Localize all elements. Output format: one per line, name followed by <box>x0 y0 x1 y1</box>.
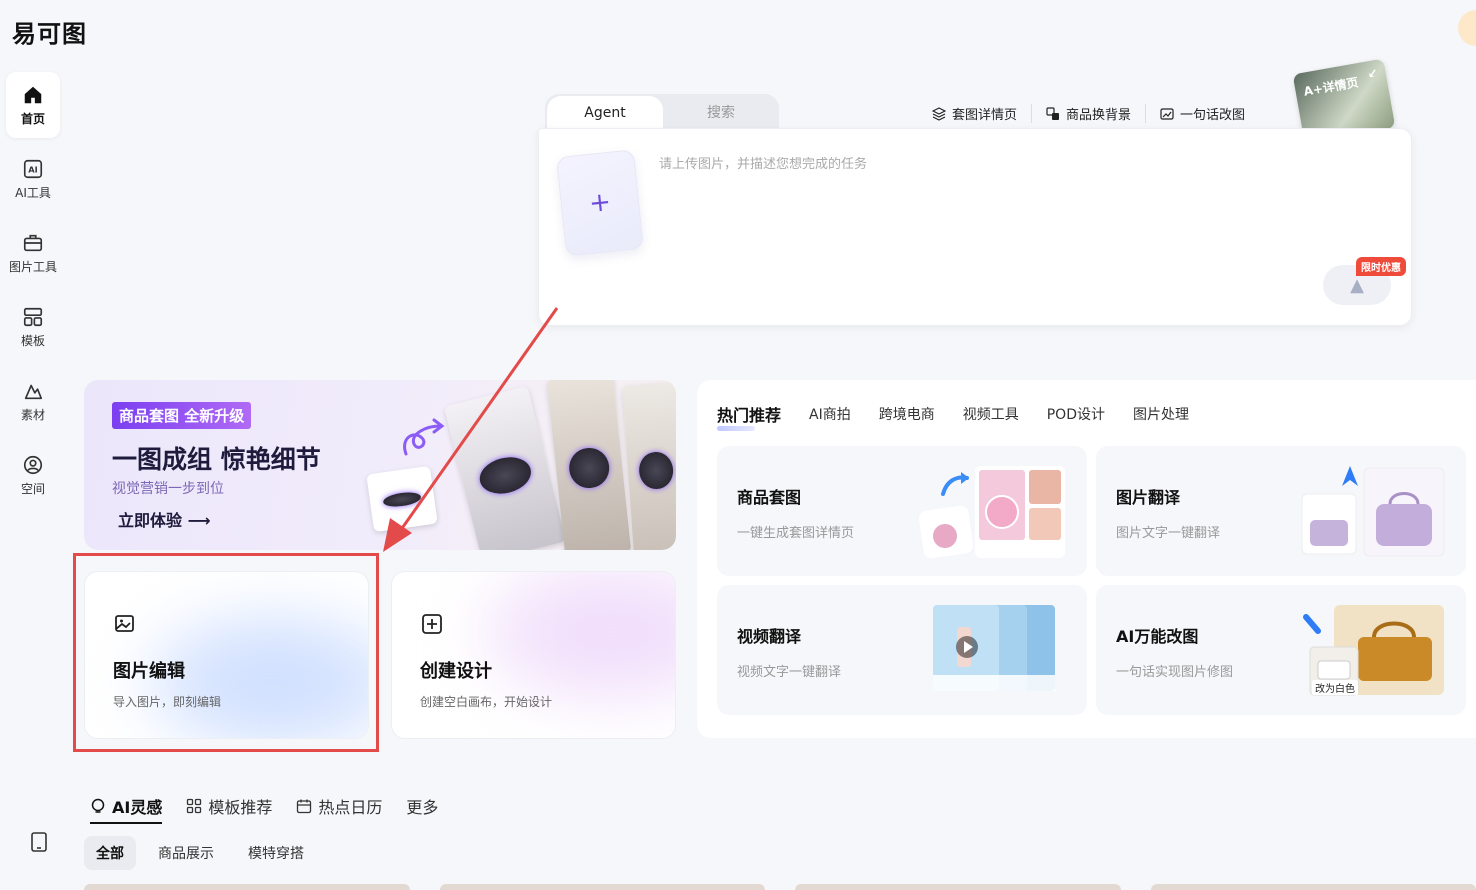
filter-model-outfit[interactable]: 模特穿搭 <box>236 836 316 870</box>
plus-icon: + <box>587 186 613 220</box>
robot-vacuum-image <box>366 465 438 533</box>
tab-more[interactable]: 更多 <box>406 794 438 818</box>
detail-image <box>443 385 567 550</box>
gallery-item[interactable] <box>84 884 410 890</box>
swirl-arrow-icon <box>403 418 445 456</box>
tab-pod-design[interactable]: POD设计 <box>1047 404 1105 424</box>
sidebar-item-label: 素材 <box>20 407 45 422</box>
quick-links: 套图详情页 商品换背景 一句话改图 <box>932 104 1259 123</box>
filter-tabs: 全部 商品展示 模特穿搭 <box>84 836 316 870</box>
image-edit-icon <box>115 615 134 632</box>
inspiration-tabs: AI灵感 模板推荐 热点日历 更多 <box>90 788 438 824</box>
sidebar-item-ai-tools[interactable]: AI AI工具 <box>6 146 60 212</box>
tool-product-set[interactable]: 商品套图 一键生成套图详情页 <box>717 446 1087 576</box>
sidebar-item-home[interactable]: 首页 <box>6 72 60 138</box>
shapes-icon <box>24 384 43 399</box>
tab-agent[interactable]: Agent <box>547 96 663 130</box>
hot-recommend-panel: 热门推荐 AI商拍 跨境电商 视频工具 POD设计 图片处理 商品套图 一键生成… <box>697 380 1476 738</box>
app-logo[interactable]: 易可图 <box>12 14 87 49</box>
inspiration-gallery <box>84 884 1476 890</box>
ai-bulb-icon <box>91 798 105 813</box>
quick-link-one-sentence-edit[interactable]: 一句话改图 <box>1146 104 1259 123</box>
image-edit-card[interactable]: 图片编辑 导入图片，即刻编辑 <box>84 571 369 739</box>
quick-link-change-background[interactable]: 商品换背景 <box>1032 104 1147 123</box>
tab-template-recommend[interactable]: 模板推荐 <box>186 794 272 818</box>
tab-search[interactable]: 搜索 <box>663 94 779 130</box>
banner-subtitle: 视觉营销一步到位 <box>112 481 224 497</box>
tab-cross-border[interactable]: 跨境电商 <box>879 404 935 424</box>
product-set-banner[interactable]: 商品套图 全新升级 一图成组 惊艳细节 视觉营销一步到位 立即体验 ⟶ <box>84 380 676 550</box>
tab-hot-calendar[interactable]: 热点日历 <box>296 794 382 818</box>
bag-translate-image <box>1301 466 1445 557</box>
sidebar-item-label: 图片工具 <box>8 259 57 274</box>
tablet-icon[interactable] <box>30 832 48 852</box>
filter-all[interactable]: 全部 <box>84 836 136 870</box>
image-edit-icon <box>1160 107 1174 120</box>
toolbox-icon <box>23 234 43 251</box>
gallery-item[interactable] <box>439 884 765 890</box>
background-swap-icon <box>1046 106 1060 120</box>
agent-tabs: Agent 搜索 <box>545 94 779 130</box>
home-icon <box>24 86 42 103</box>
tab-ai-inspiration[interactable]: AI灵感 <box>90 794 163 824</box>
user-avatar[interactable] <box>1458 10 1476 46</box>
template-icon <box>23 307 43 326</box>
sidebar-item-label: AI工具 <box>15 185 51 200</box>
layers-icon <box>932 106 946 121</box>
tab-ai-shoot[interactable]: AI商拍 <box>809 404 851 424</box>
svg-text:AI: AI <box>28 164 37 174</box>
banner-product-images <box>366 380 676 550</box>
send-arrow-icon: ▲ <box>1350 274 1364 296</box>
hot-tabs: 热门推荐 AI商拍 跨境电商 视频工具 POD设计 图片处理 <box>717 402 1189 431</box>
user-icon <box>23 455 43 474</box>
tool-video-translate[interactable]: 视频翻译 视频文字一键翻译 <box>717 585 1087 715</box>
upload-image-button[interactable]: + <box>555 149 645 257</box>
sidebar-item-space[interactable]: 空间 <box>6 442 60 508</box>
perfume-set-image <box>918 466 1065 559</box>
promo-badge: 限时优惠 <box>1356 257 1406 276</box>
quick-link-detail-page[interactable]: 套图详情页 <box>932 104 1033 123</box>
agent-input-panel: + ▲ 限时优惠 <box>538 128 1412 326</box>
sidebar-item-materials[interactable]: 素材 <box>6 368 60 434</box>
tab-image-process[interactable]: 图片处理 <box>1133 404 1189 424</box>
agent-task-input[interactable] <box>659 157 1359 172</box>
calendar-icon <box>297 799 312 814</box>
sidebar-item-label: 模板 <box>20 333 45 348</box>
tab-hot[interactable]: 热门推荐 <box>717 402 781 431</box>
detail-image <box>622 382 676 550</box>
sidebar-item-label: 空间 <box>20 481 45 496</box>
banner-title: 一图成组 惊艳细节 <box>112 445 321 474</box>
edit-result-badge: 改为白色 <box>1312 680 1358 695</box>
grid-icon <box>187 798 202 814</box>
gallery-item[interactable] <box>795 884 1121 890</box>
gallery-item[interactable] <box>1150 884 1476 890</box>
sidebar-item-image-tools[interactable]: 图片工具 <box>6 220 60 286</box>
sidebar-item-templates[interactable]: 模板 <box>6 294 60 360</box>
banner-cta[interactable]: 立即体验 ⟶ <box>118 507 211 531</box>
tool-ai-edit[interactable]: AI万能改图 一句话实现图片修图 改为白色 <box>1096 585 1466 715</box>
sidebar-item-label: 首页 <box>20 111 45 126</box>
sidebar: 首页 AI AI工具 图片工具 模板 素材 空间 <box>0 70 66 890</box>
filter-product-display[interactable]: 商品展示 <box>146 836 226 870</box>
ai-icon: AI <box>23 159 43 178</box>
tab-video-tools[interactable]: 视频工具 <box>963 404 1019 424</box>
banner-tag: 商品套图 全新升级 <box>112 402 252 429</box>
tool-image-translate[interactable]: 图片翻译 图片文字一键翻译 <box>1096 446 1466 576</box>
expand-arrow-icon: ↙ <box>1366 65 1379 82</box>
create-design-card[interactable]: 创建设计 创建空白画布，开始设计 <box>391 571 676 739</box>
add-square-icon <box>422 614 442 634</box>
video-translate-image <box>933 605 1055 691</box>
